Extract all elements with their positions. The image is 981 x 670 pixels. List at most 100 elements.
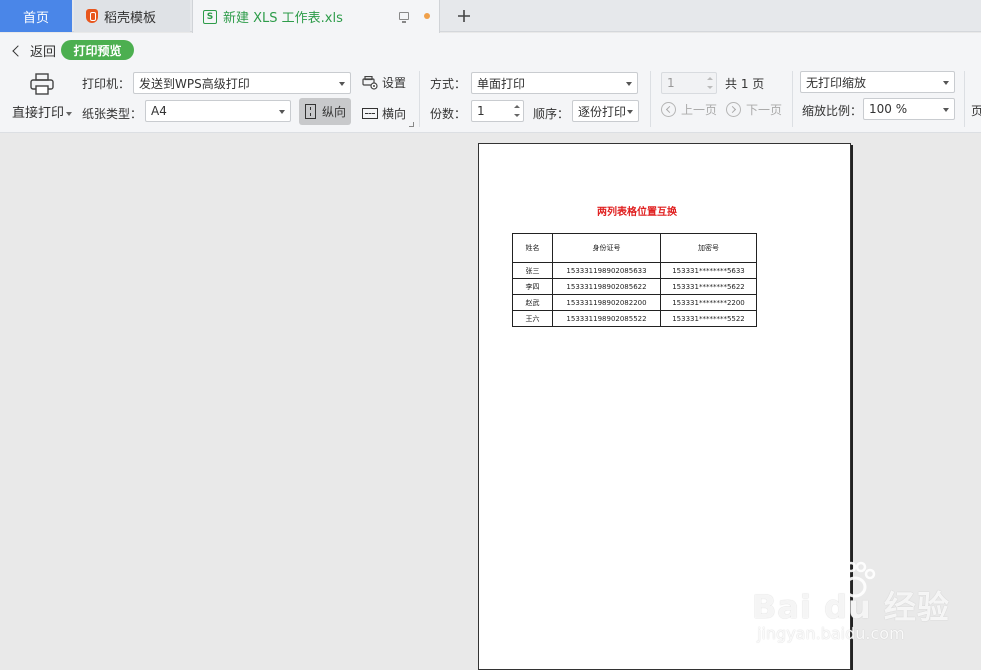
print-preview-page: 两列表格位置互换 姓名 身份证号 加密号 张三 1533311989020856… — [478, 143, 851, 670]
paper-type-select[interactable]: A4 — [145, 100, 291, 122]
landscape-button[interactable]: 横向 — [362, 105, 406, 122]
table-cell: 赵武 — [512, 294, 553, 311]
next-page-label: 下一页 — [746, 103, 783, 117]
tab-daoke-template[interactable]: 稻壳模板 — [74, 0, 190, 32]
printer-settings-icon — [362, 75, 378, 90]
sheet-title: 两列表格位置互换 — [479, 203, 795, 218]
stepper-arrows-icon[interactable] — [707, 75, 713, 91]
scale-ratio-select[interactable]: 100 % — [863, 98, 955, 120]
tab-home-label: 首页 — [22, 10, 49, 26]
spreadsheet-icon-letter: S — [206, 11, 214, 22]
print-mode-value: 单面打印 — [477, 76, 526, 91]
chevron-down-icon — [339, 82, 345, 86]
portrait-label: 纵向 — [322, 105, 347, 119]
next-page-button[interactable]: 下一页 — [726, 101, 782, 118]
table-cell: 王六 — [512, 310, 553, 327]
table-cell: 153331********5622 — [660, 278, 757, 295]
page-number-value: 1 — [667, 76, 675, 90]
table-row: 王六 153331198902085522 153331********5522 — [512, 310, 757, 327]
stepper-arrows-icon[interactable] — [514, 103, 520, 119]
portrait-button[interactable]: 纵向 — [299, 98, 351, 125]
printer-icon — [30, 73, 54, 95]
printer-settings-button[interactable]: 设置 — [362, 74, 406, 91]
print-preview-toolbar: 返回 打印预览 直接打印 打印机： 发送到WPS高级打印 设置 纸张类型： A4 — [0, 33, 981, 133]
page-number-stepper[interactable]: 1 — [661, 72, 717, 94]
table-cell: 153331********5522 — [660, 310, 757, 327]
tab-daoke-label: 稻壳模板 — [104, 10, 157, 26]
order-value: 逐份打印 — [578, 104, 627, 119]
page-total: 共 1 页 — [725, 77, 765, 91]
table-cell: 153331198902085633 — [552, 262, 661, 279]
copies-value: 1 — [477, 104, 485, 118]
arrow-right-circle-icon — [726, 102, 741, 117]
copies-stepper[interactable]: 1 — [471, 100, 524, 122]
scale-mode-value: 无打印缩放 — [806, 75, 867, 90]
table-header-row: 姓名 身份证号 加密号 — [512, 233, 757, 263]
copies-label: 份数： — [430, 107, 467, 121]
chevron-left-icon — [12, 45, 24, 57]
table-cell: 153331198902082200 — [552, 294, 661, 311]
monitor-icon[interactable] — [399, 12, 409, 23]
print-mode-select[interactable]: 单面打印 — [471, 72, 638, 94]
table-cell: 153331********5633 — [660, 262, 757, 279]
back-label: 返回 — [30, 45, 57, 60]
printer-select[interactable]: 发送到WPS高级打印 — [133, 72, 351, 94]
header-cell: 加密号 — [660, 233, 757, 263]
tab-document[interactable]: S 新建 XLS 工作表.xls — [192, 0, 440, 33]
divider — [419, 71, 420, 127]
arrow-left-circle-icon — [661, 102, 676, 117]
scale-ratio-label: 缩放比例： — [802, 104, 863, 118]
dropdown-arrow-icon[interactable] — [66, 111, 73, 116]
plus-icon — [458, 10, 470, 22]
print-preview-label: 打印预览 — [73, 43, 122, 58]
direct-print-label: 直接打印 — [12, 102, 73, 121]
printer-label: 打印机： — [82, 77, 131, 91]
divider — [650, 71, 651, 127]
chevron-down-icon — [279, 110, 285, 114]
paper-type-value: A4 — [151, 104, 167, 118]
tab-bar: 首页 稻壳模板 S 新建 XLS 工作表.xls — [0, 0, 981, 33]
new-tab-button[interactable] — [450, 0, 478, 32]
portrait-icon — [305, 104, 316, 119]
tab-document-label: 新建 XLS 工作表.xls — [223, 11, 343, 26]
table-row: 张三 153331198902085633 153331********5633 — [512, 262, 757, 279]
print-mode-label: 方式： — [430, 77, 467, 91]
table-cell: 153331********2200 — [660, 294, 757, 311]
landscape-label: 横向 — [382, 107, 407, 121]
chevron-down-icon — [626, 82, 632, 86]
unsaved-dot-icon — [424, 13, 430, 19]
prev-page-button[interactable]: 上一页 — [661, 101, 717, 118]
landscape-icon — [362, 108, 378, 119]
sheet-table: 姓名 身份证号 加密号 张三 153331198902085633 153331… — [512, 233, 757, 327]
paper-type-label: 纸张类型： — [82, 107, 143, 121]
order-select[interactable]: 逐份打印 — [572, 100, 639, 122]
header-cell: 姓名 — [512, 233, 553, 263]
settings-label: 设置 — [382, 76, 407, 90]
spreadsheet-icon: S — [203, 9, 217, 24]
daoke-logo-icon — [86, 9, 98, 23]
print-preview-badge: 打印预览 — [61, 40, 134, 60]
tab-home[interactable]: 首页 — [0, 0, 72, 32]
cutoff-label: 页 — [971, 104, 981, 118]
header-cell: 身份证号 — [552, 233, 661, 263]
table-cell: 张三 — [512, 262, 553, 279]
divider — [964, 71, 965, 127]
sheet-title-text: 两列表格位置互换 — [597, 207, 677, 218]
direct-print-text: 直接打印 — [12, 106, 65, 121]
table-cell: 153331198902085622 — [552, 278, 661, 295]
scale-mode-select[interactable]: 无打印缩放 — [800, 71, 955, 93]
divider — [792, 71, 793, 127]
prev-page-label: 上一页 — [681, 103, 718, 117]
printer-select-value: 发送到WPS高级打印 — [139, 76, 250, 91]
table-cell: 李四 — [512, 278, 553, 295]
table-cell: 153331198902085522 — [552, 310, 661, 327]
table-row: 赵武 153331198902082200 153331********2200 — [512, 294, 757, 311]
chevron-down-icon — [943, 81, 949, 85]
chevron-down-icon — [943, 108, 949, 112]
chevron-down-icon — [627, 110, 633, 114]
direct-print-button[interactable]: 直接打印 — [12, 73, 73, 123]
back-button[interactable]: 返回 — [12, 41, 57, 60]
table-row: 李四 153331198902085622 153331********5622 — [512, 278, 757, 295]
expand-corner-icon[interactable] — [409, 122, 414, 127]
scale-ratio-value: 100 % — [869, 102, 908, 116]
